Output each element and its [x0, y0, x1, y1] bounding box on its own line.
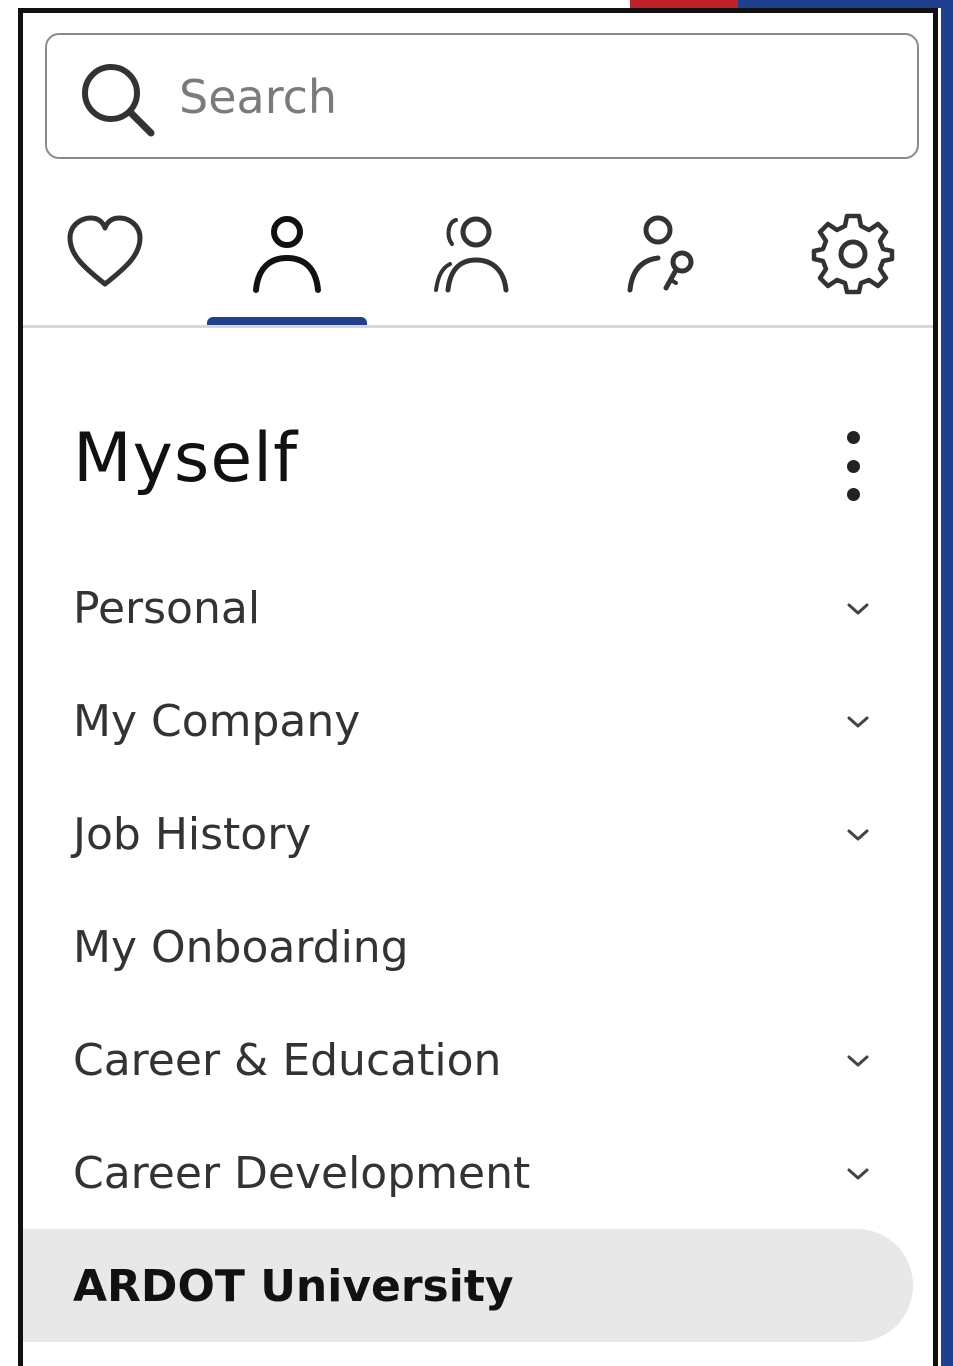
menu-item-job-history[interactable]: Job History [23, 777, 933, 890]
chevron-down-icon [847, 716, 869, 728]
menu-item-label: Job History [73, 809, 312, 860]
screen: Myself Personal My Company Job History [0, 0, 953, 1366]
menu-item-label: ARDOT University [73, 1261, 514, 1312]
menu-item-label: Career Development [73, 1148, 531, 1199]
tab-myself[interactable] [237, 203, 337, 303]
tab-settings[interactable] [803, 203, 903, 303]
chevron-down-icon [847, 603, 869, 615]
menu-item-label: My Company [73, 696, 361, 747]
chevron-down-icon [847, 829, 869, 841]
menu-item-personal[interactable]: Personal [23, 551, 933, 664]
tab-divider [23, 325, 933, 328]
menu-item-my-company[interactable]: My Company [23, 664, 933, 777]
menu-item-label: Career & Education [73, 1035, 502, 1086]
left-edge [0, 0, 20, 1366]
more-vertical-icon-dot-3 [846, 488, 860, 501]
section-title: Myself [73, 419, 299, 498]
search-box[interactable] [45, 33, 919, 159]
person-key-icon [627, 215, 694, 293]
heart-icon [67, 215, 143, 287]
search-input[interactable] [179, 61, 879, 133]
top-blue-strip [738, 0, 953, 8]
menu-item-my-onboarding[interactable]: My Onboarding [23, 890, 933, 1003]
menu-item-label: My Onboarding [73, 922, 409, 973]
person-icon [253, 216, 321, 293]
menu-item-career-development[interactable]: Career Development [23, 1116, 933, 1229]
menu-item-label: Personal [73, 583, 261, 634]
people-icon [434, 216, 509, 293]
menu-item-ardot-university[interactable]: ARDOT University [23, 1229, 913, 1342]
tab-my-team[interactable] [423, 203, 523, 303]
top-red-strip [630, 0, 738, 8]
tab-favorites[interactable] [55, 203, 155, 303]
more-options-button[interactable] [833, 431, 873, 501]
more-vertical-icon-dot-1 [846, 431, 860, 444]
more-vertical-icon-dot-2 [846, 459, 860, 473]
right-edge [941, 0, 953, 1366]
menu-item-career-education[interactable]: Career & Education [23, 1003, 933, 1116]
chevron-down-icon [847, 1168, 869, 1180]
menu-list: Personal My Company Job History My Onboa… [23, 551, 933, 1342]
tab-administration[interactable] [613, 203, 713, 303]
navigation-panel: Myself Personal My Company Job History [18, 8, 938, 1366]
tab-bar [23, 185, 933, 327]
search-icon [82, 64, 155, 137]
gear-icon [811, 213, 895, 295]
chevron-down-icon [847, 1055, 869, 1067]
